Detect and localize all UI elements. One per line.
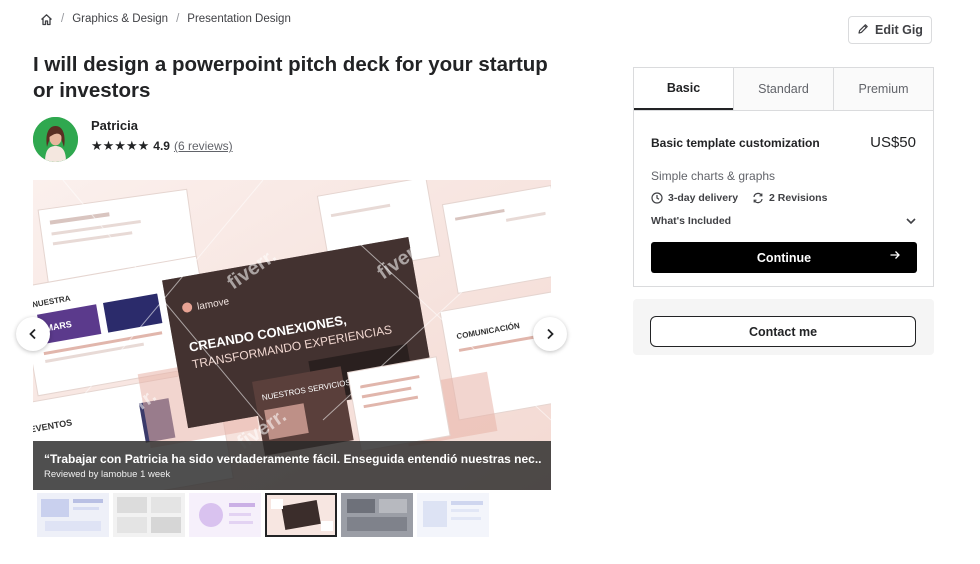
package-price: US$50 — [870, 134, 916, 151]
reviews-link[interactable]: (6 reviews) — [174, 139, 233, 153]
whats-included-label: What's Included — [651, 215, 732, 227]
continue-label: Continue — [756, 250, 812, 265]
contact-section: Contact me — [633, 299, 934, 355]
breadcrumb-separator: / — [61, 13, 65, 25]
gallery-next-button[interactable] — [533, 317, 567, 351]
gallery-prev-button[interactable] — [16, 317, 50, 351]
edit-gig-label: Edit Gig — [875, 23, 923, 37]
review-quote: “Trabajar con Patricia ha sido verdadera… — [44, 452, 541, 466]
chevron-left-icon — [29, 328, 36, 340]
seller-rating: ★★★★★ 4.9 (6 reviews) — [91, 138, 233, 154]
gallery-thumbnail[interactable] — [189, 493, 261, 537]
chevron-right-icon — [547, 328, 554, 340]
package-description: Simple charts & graphs — [651, 169, 776, 183]
gallery-thumbnail[interactable] — [113, 493, 185, 537]
review-meta: Reviewed by lamobue 1 week — [44, 469, 171, 480]
gallery-review-overlay: “Trabajar con Patricia ha sido verdadera… — [33, 441, 551, 490]
tab-premium[interactable]: Premium — [833, 68, 933, 110]
arrow-right-icon — [889, 249, 901, 264]
rating-value: 4.9 — [153, 139, 170, 153]
package-name: Basic template customization — [651, 136, 820, 150]
seller-name[interactable]: Patricia — [91, 118, 138, 133]
seller-avatar[interactable] — [33, 117, 78, 162]
delivery-label: 3-day delivery — [668, 192, 739, 204]
revisions-info: 2 Revisions — [752, 192, 827, 204]
breadcrumb-item-graphics-design[interactable]: Graphics & Design — [72, 13, 168, 25]
chevron-down-icon — [906, 218, 916, 225]
tab-basic[interactable]: Basic — [634, 68, 733, 110]
whats-included-toggle[interactable]: What's Included — [651, 215, 917, 227]
gallery-thumbnails — [37, 493, 489, 537]
edit-gig-button[interactable]: Edit Gig — [848, 16, 932, 44]
package-tabs: Basic Standard Premium — [634, 68, 933, 111]
home-icon[interactable] — [40, 13, 53, 26]
tab-standard[interactable]: Standard — [733, 68, 833, 110]
star-rating-icons: ★★★★★ — [91, 138, 150, 153]
pencil-icon — [857, 23, 869, 38]
breadcrumb-item-presentation-design[interactable]: Presentation Design — [187, 13, 291, 25]
package-meta: 3-day delivery 2 Revisions — [651, 192, 841, 204]
gallery-thumbnail[interactable] — [265, 493, 337, 537]
delivery-info: 3-day delivery — [651, 192, 738, 204]
gallery-thumbnail[interactable] — [417, 493, 489, 537]
gallery-thumbnail[interactable] — [37, 493, 109, 537]
breadcrumb-separator: / — [176, 13, 180, 25]
continue-button[interactable]: Continue — [651, 242, 917, 273]
contact-me-button[interactable]: Contact me — [650, 316, 916, 347]
package-panel: Basic Standard Premium Basic template cu… — [633, 67, 934, 287]
revisions-label: 2 Revisions — [769, 192, 828, 204]
gallery-thumbnail[interactable] — [341, 493, 413, 537]
clock-icon — [651, 192, 663, 204]
breadcrumb: / Graphics & Design / Presentation Desig… — [40, 10, 291, 28]
gig-title: I will design a powerpoint pitch deck fo… — [33, 53, 548, 102]
refresh-icon — [753, 192, 763, 204]
